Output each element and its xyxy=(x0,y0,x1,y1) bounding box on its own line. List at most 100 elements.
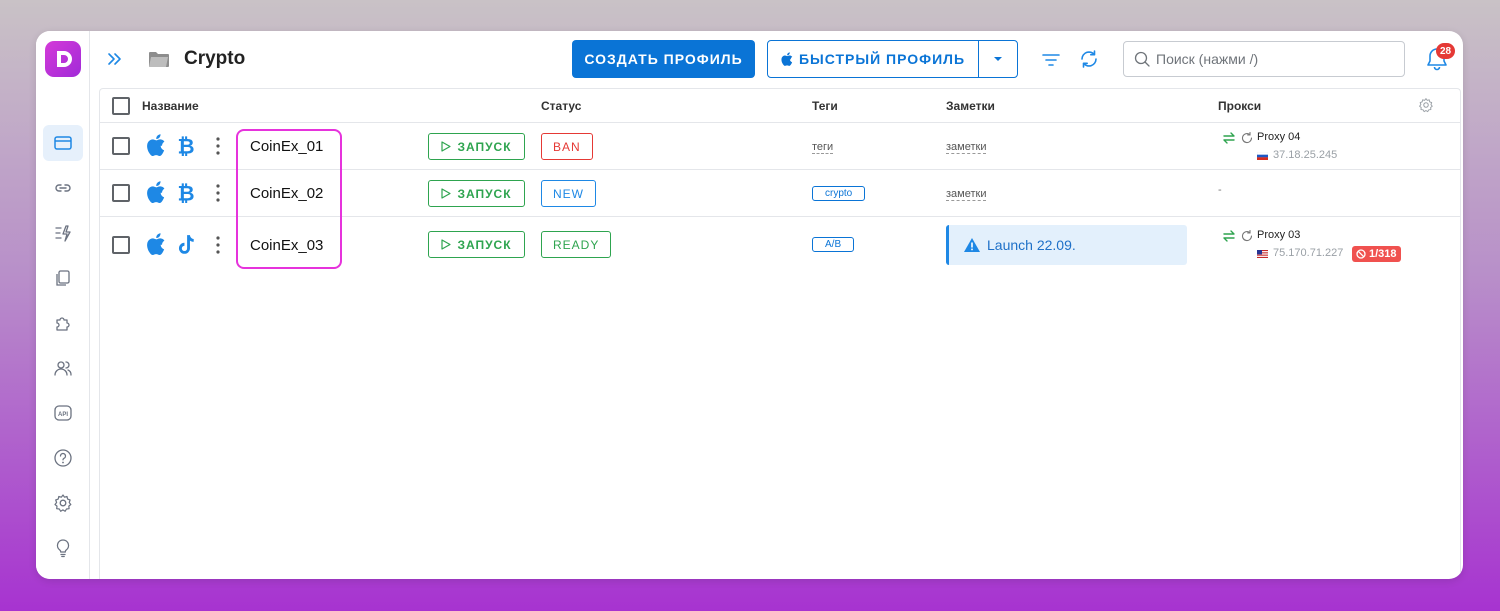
sidebar-item-bookmarks[interactable] xyxy=(43,260,83,296)
more-icon[interactable] xyxy=(213,136,223,156)
profiles-table: Название Статус Теги Заметки Прокси ₿ Co… xyxy=(99,88,1461,579)
notification-badge: 28 xyxy=(1436,43,1455,59)
swap-icon xyxy=(1223,230,1235,242)
launch-button[interactable]: ЗАПУСК xyxy=(428,180,525,207)
select-all-checkbox[interactable] xyxy=(112,97,130,115)
notes-placeholder[interactable]: заметки xyxy=(946,188,987,201)
create-profile-button[interactable]: СОЗДАТЬ ПРОФИЛЬ xyxy=(572,40,755,78)
sidebar-item-automation[interactable] xyxy=(43,215,83,251)
quick-profile-main[interactable]: БЫСТРЫЙ ПРОФИЛЬ xyxy=(768,41,979,77)
top-bar: Crypto СОЗДАТЬ ПРОФИЛЬ БЫСТРЫЙ ПРОФИЛЬ 2… xyxy=(91,31,1463,87)
table-row[interactable]: ₿ CoinEx_02 ЗАПУСК NEW crypto заметки - xyxy=(100,169,1460,217)
app-window: API Crypto СОЗДАТЬ ПРОФИЛЬ БЫСТРЫЙ ПРОФИ… xyxy=(36,31,1463,579)
caret-down-icon xyxy=(994,57,1002,61)
browser-icon xyxy=(54,136,72,150)
refresh-icon[interactable] xyxy=(1078,48,1100,70)
sidebar-item-settings[interactable] xyxy=(43,485,83,521)
proxy-block-badge: 1/318 xyxy=(1352,246,1401,262)
notes-placeholder[interactable]: заметки xyxy=(946,141,987,154)
proxy-name[interactable]: Proxy 03 xyxy=(1257,229,1300,241)
sidebar-item-extensions[interactable] xyxy=(43,305,83,341)
apple-icon xyxy=(147,134,165,156)
status-badge[interactable]: BAN xyxy=(541,133,593,160)
row-checkbox[interactable] xyxy=(112,184,130,202)
row-checkbox[interactable] xyxy=(112,137,130,155)
lightbulb-icon xyxy=(56,539,70,558)
launch-button[interactable]: ЗАПУСК xyxy=(428,231,525,258)
search-box[interactable] xyxy=(1123,41,1405,77)
svg-text:₿: ₿ xyxy=(177,135,194,157)
table-row[interactable]: ₿ CoinEx_01 ЗАПУСК BAN теги заметки Prox… xyxy=(100,123,1460,170)
users-icon xyxy=(54,361,72,376)
proxy-ip: 37.18.25.245 xyxy=(1273,149,1338,161)
proxy-ip: 75.170.71.227 xyxy=(1273,247,1344,259)
note-alert[interactable]: Launch 22.09. xyxy=(946,225,1187,265)
column-settings-icon[interactable] xyxy=(1418,97,1434,113)
profile-name[interactable]: CoinEx_01 xyxy=(250,138,323,155)
bitcoin-icon: ₿ xyxy=(177,135,194,157)
link-icon xyxy=(55,184,71,192)
column-status[interactable]: Статус xyxy=(541,99,581,113)
status-badge[interactable]: NEW xyxy=(541,180,596,207)
launch-label: ЗАПУСК xyxy=(457,139,512,154)
sidebar-item-api[interactable]: API xyxy=(43,395,83,431)
page-title: Crypto xyxy=(184,48,246,69)
status-badge[interactable]: READY xyxy=(541,231,612,258)
quick-profile-label: БЫСТРЫЙ ПРОФИЛЬ xyxy=(798,51,966,67)
tag-chip[interactable]: A/B xyxy=(812,237,855,252)
more-icon[interactable] xyxy=(213,235,223,255)
play-icon xyxy=(441,188,452,199)
bookmark-icon xyxy=(56,270,70,286)
column-notes[interactable]: Заметки xyxy=(946,99,995,113)
proxy-name[interactable]: Proxy 04 xyxy=(1257,131,1300,143)
proxy-empty[interactable]: - xyxy=(1218,184,1222,196)
quick-profile-dropdown[interactable] xyxy=(979,41,1017,77)
apple-icon xyxy=(781,52,793,66)
gear-icon xyxy=(54,494,72,512)
column-name[interactable]: Название xyxy=(142,99,199,113)
apple-icon xyxy=(147,181,165,203)
flag-us-icon xyxy=(1257,250,1268,258)
quick-profile-button[interactable]: БЫСТРЫЙ ПРОФИЛЬ xyxy=(767,40,1018,78)
api-icon: API xyxy=(54,405,72,421)
folder-icon xyxy=(149,52,169,67)
automation-icon xyxy=(55,225,71,242)
warning-icon xyxy=(964,238,980,252)
sidebar-item-help[interactable] xyxy=(43,440,83,476)
filter-icon[interactable] xyxy=(1040,49,1062,71)
app-logo[interactable] xyxy=(45,41,81,77)
puzzle-icon xyxy=(56,317,70,331)
profile-name[interactable]: CoinEx_02 xyxy=(250,185,323,202)
sidebar-item-links[interactable] xyxy=(43,170,83,206)
flag-ru-icon xyxy=(1257,152,1268,160)
profile-name[interactable]: CoinEx_03 xyxy=(250,237,323,254)
play-icon xyxy=(441,141,452,152)
search-icon xyxy=(1134,51,1150,67)
note-text: Launch 22.09. xyxy=(987,237,1076,253)
sidebar-item-tips[interactable] xyxy=(43,530,83,566)
launch-label: ЗАПУСК xyxy=(457,186,512,201)
sidebar: API xyxy=(36,31,90,579)
more-icon[interactable] xyxy=(213,183,223,203)
svg-text:API: API xyxy=(58,412,68,418)
refresh-proxy-icon xyxy=(1241,230,1253,242)
tiktok-icon xyxy=(178,235,194,254)
row-checkbox[interactable] xyxy=(112,236,130,254)
block-icon xyxy=(1356,249,1366,259)
tags-placeholder[interactable]: теги xyxy=(812,141,834,154)
column-tags[interactable]: Теги xyxy=(812,99,838,113)
launch-label: ЗАПУСК xyxy=(457,237,512,252)
expand-sidebar-icon[interactable] xyxy=(105,49,125,69)
launch-button[interactable]: ЗАПУСК xyxy=(428,133,525,160)
swap-icon xyxy=(1223,132,1235,144)
sidebar-item-team[interactable] xyxy=(43,350,83,386)
column-proxy[interactable]: Прокси xyxy=(1218,99,1261,113)
svg-text:₿: ₿ xyxy=(177,182,194,204)
main-content: Crypto СОЗДАТЬ ПРОФИЛЬ БЫСТРЫЙ ПРОФИЛЬ 2… xyxy=(91,31,1463,579)
table-row[interactable]: CoinEx_03 ЗАПУСК READY A/B Launch 22.09.… xyxy=(100,216,1460,273)
tag-chip[interactable]: crypto xyxy=(812,186,866,201)
search-input[interactable] xyxy=(1156,51,1386,67)
table-header: Название Статус Теги Заметки Прокси xyxy=(100,89,1460,123)
sidebar-item-profiles[interactable] xyxy=(43,125,83,161)
play-icon xyxy=(441,239,452,250)
